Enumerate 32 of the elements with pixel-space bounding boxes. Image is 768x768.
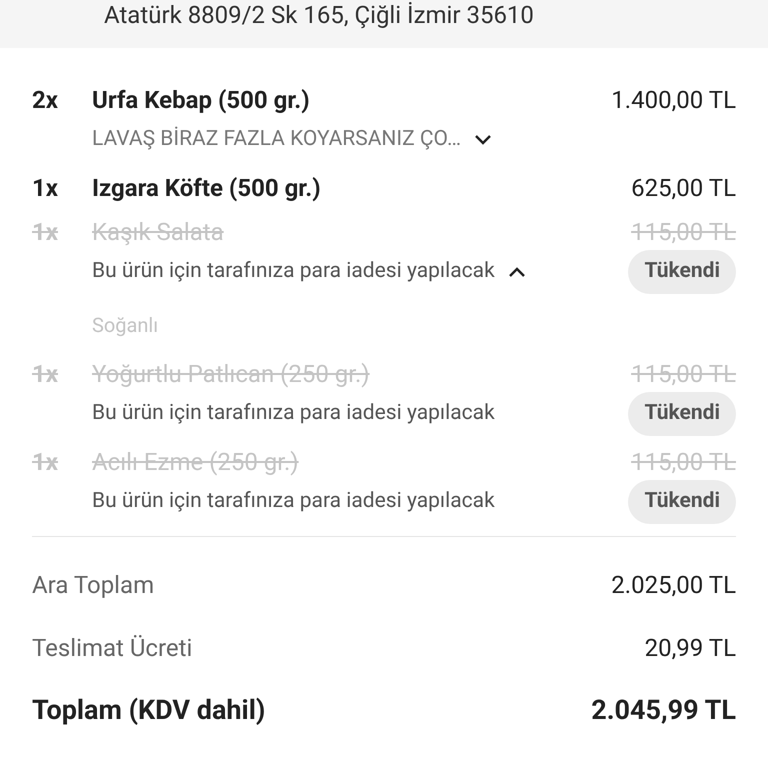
item-name: Acılı Ezme (250 gr.) bbox=[92, 447, 300, 478]
item-name: Kaşık Salata bbox=[92, 217, 225, 248]
total-label: Ara Toplam bbox=[32, 570, 154, 600]
item-price: 115,00 TL bbox=[631, 359, 736, 390]
total-value: 20,99 TL bbox=[644, 632, 736, 664]
total-value: 2.025,00 TL bbox=[611, 570, 736, 600]
item-name: Yoğurtlu Patlıcan (250 gr.) bbox=[92, 359, 371, 390]
item-name: Urfa Kebap (500 gr.) bbox=[92, 85, 311, 116]
chevron-up-icon[interactable] bbox=[506, 266, 527, 278]
address-text: Atatürk 8809/2 Sk 165, Çiğli İzmir 35610 bbox=[104, 2, 534, 28]
item-price: 625,00 TL bbox=[631, 173, 736, 204]
item-price: 115,00 TL bbox=[631, 447, 736, 478]
chevron-down-icon[interactable] bbox=[473, 134, 493, 146]
item-quantity: 1x bbox=[32, 359, 59, 390]
sold-out-badge: Tükendi bbox=[628, 480, 736, 524]
item-price: 1.400,00 TL bbox=[611, 85, 736, 116]
item-quantity: 1x bbox=[32, 173, 59, 204]
item-quantity: 2x bbox=[32, 85, 59, 116]
item-price: 115,00 TL bbox=[631, 217, 736, 248]
item-name: Izgara Köfte (500 gr.) bbox=[92, 173, 322, 204]
total-label: Teslimat Ücreti bbox=[32, 632, 192, 664]
item-note: LAVAŞ BİRAZ FAZLA KOYARSANIZ ÇO… bbox=[92, 126, 461, 154]
total-value: 2.045,99 TL bbox=[591, 692, 736, 728]
total-label: Toplam (KDV dahil) bbox=[32, 692, 266, 728]
item-note: Bu ürün için tarafınıza para iadesi yapılacak bbox=[92, 488, 495, 516]
sold-out-badge: Tükendi bbox=[628, 250, 736, 294]
item-quantity: 1x bbox=[32, 217, 59, 248]
item-note: Bu ürün için tarafınıza para iadesi yapılacak bbox=[92, 400, 495, 428]
sold-out-badge: Tükendi bbox=[628, 392, 736, 436]
item-option: Soğanlı bbox=[92, 310, 736, 340]
item-quantity: 1x bbox=[32, 447, 59, 478]
item-note: Bu ürün için tarafınıza para iadesi yapılacak bbox=[92, 258, 495, 286]
